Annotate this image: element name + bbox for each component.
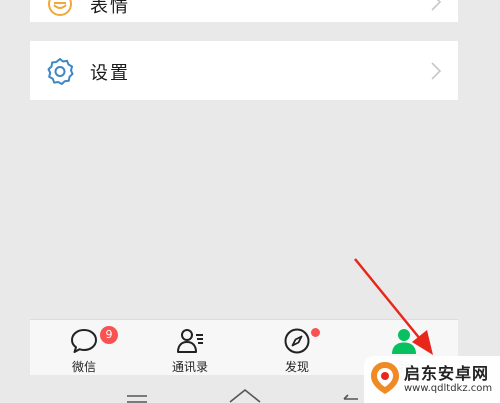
- contacts-icon: [177, 329, 203, 353]
- menu-item-settings[interactable]: 设置: [30, 41, 458, 100]
- tab-contacts[interactable]: 通讯录: [150, 324, 230, 374]
- menu-item-emoji[interactable]: 表情: [30, 0, 458, 22]
- watermark-url: www.qdltdkz.com: [404, 383, 493, 394]
- menu-icon[interactable]: [127, 394, 147, 403]
- watermark-logo-icon: [371, 362, 399, 394]
- tab-label: 微信: [71, 360, 96, 374]
- tab-label: 发现: [284, 360, 309, 374]
- tab-discover[interactable]: 发现: [257, 324, 337, 374]
- menu-item-label: 表情: [90, 0, 130, 17]
- person-icon: [392, 329, 416, 354]
- tab-label: 通讯录: [171, 360, 208, 374]
- compass-icon: [284, 328, 310, 354]
- home-icon[interactable]: [228, 387, 262, 403]
- gear-icon: [47, 58, 74, 85]
- watermark-title: 启东安卓网: [404, 364, 490, 383]
- menu-item-label: 设置: [90, 63, 130, 84]
- watermark: 启东安卓网 www.qdltdkz.com: [364, 356, 500, 403]
- new-content-dot: [311, 328, 320, 337]
- emoji-icon: [48, 0, 72, 16]
- chevron-right-icon: [431, 62, 442, 80]
- tab-chats[interactable]: 9 微信: [44, 324, 124, 374]
- back-icon[interactable]: [340, 391, 362, 403]
- chat-bubble-icon: [71, 329, 97, 353]
- unread-badge: 9: [100, 326, 118, 344]
- chevron-right-icon: [431, 0, 442, 11]
